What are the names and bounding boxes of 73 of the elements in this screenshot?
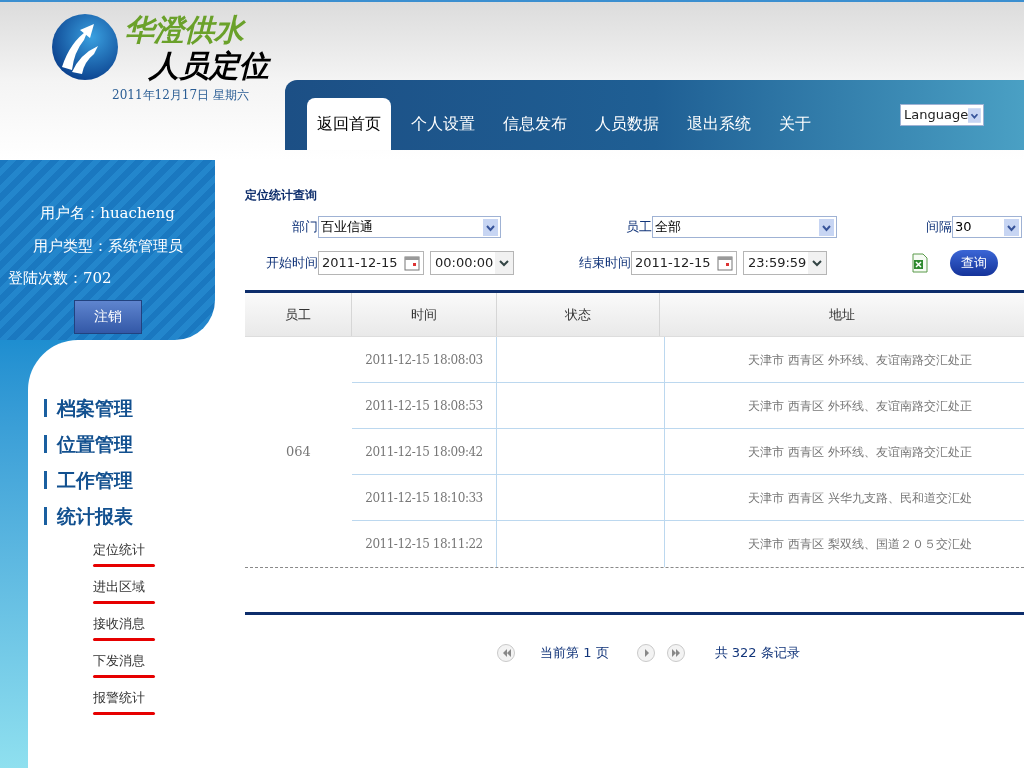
menu-item[interactable]: 档案管理 — [57, 393, 133, 423]
table-cell-text: 天津市 西青区 外环线、友谊南路交汇处正 — [748, 351, 972, 369]
table-cell-text: 2011-12-15 18:09:42 — [365, 443, 483, 461]
menu-bar-icon — [44, 435, 47, 453]
column-header: 地址 — [829, 305, 855, 324]
department-select[interactable]: 百业信通 — [318, 216, 501, 238]
table-cell-text: 064 — [286, 443, 311, 462]
logo-icon — [50, 12, 120, 82]
submenu-item[interactable]: 定位统计 — [93, 540, 145, 560]
first-page-icon[interactable] — [497, 644, 515, 662]
table-cell-text: 天津市 西青区 梨双线、国道２０５交汇处 — [748, 536, 972, 553]
end-date-field[interactable]: 2011-12-15 — [631, 251, 737, 275]
column-header: 员工 — [285, 305, 311, 324]
start-time-select[interactable]: 00:00:00 — [430, 251, 514, 275]
nav-tab[interactable]: 个人设置 — [403, 98, 483, 150]
nav-tab[interactable]: 关于 — [771, 98, 819, 150]
nav-tab[interactable]: 退出系统 — [679, 98, 759, 150]
login-count-value: 702 — [83, 268, 112, 289]
employee-label: 员工 — [625, 218, 652, 237]
current-page-text: 当前第 1 页 — [540, 644, 609, 663]
interval-label: 间隔 — [925, 218, 952, 237]
menu-item[interactable]: 统计报表 — [57, 501, 133, 531]
start-time-label: 开始时间 — [265, 254, 318, 273]
menu-bar-icon — [44, 507, 47, 525]
user-type-value: 系统管理员 — [107, 235, 183, 257]
department-label: 部门 — [291, 218, 318, 237]
start-date-field[interactable]: 2011-12-15 — [318, 251, 424, 275]
menu-item[interactable]: 工作管理 — [57, 465, 133, 495]
submenu-item[interactable]: 下发消息 — [93, 651, 145, 671]
table-cell-text: 2011-12-15 18:08:53 — [365, 397, 483, 415]
username-value: huacheng — [100, 203, 175, 224]
underline-mark — [93, 563, 155, 567]
logout-button[interactable]: 注销 — [73, 299, 142, 334]
submenu-item[interactable]: 报警统计 — [93, 688, 145, 708]
column-header: 状态 — [565, 305, 591, 324]
calendar-icon[interactable] — [404, 255, 420, 271]
table-cell-text: 天津市 西青区 兴华九支路、民和道交汇处 — [748, 489, 972, 507]
login-count-label: 登陆次数： — [8, 268, 83, 289]
page-title: 定位统计查询 — [245, 187, 317, 204]
employee-select[interactable]: 全部 — [652, 216, 837, 238]
table-cell-text: 2011-12-15 18:11:22 — [365, 536, 483, 553]
calendar-icon[interactable] — [717, 255, 733, 271]
table-cell-text: 天津市 西青区 外环线、友谊南路交汇处正 — [748, 443, 972, 461]
end-time-select[interactable]: 23:59:59 — [743, 251, 827, 275]
last-page-icon[interactable] — [666, 644, 685, 662]
underline-mark — [93, 600, 155, 604]
product-name: 人员定位 — [147, 48, 269, 84]
user-type-label: 用户类型： — [32, 235, 108, 257]
menu-bar-icon — [44, 471, 47, 489]
end-time-label: 结束时间 — [578, 254, 631, 273]
underline-mark — [93, 637, 155, 641]
menu-item[interactable]: 位置管理 — [57, 429, 133, 459]
query-button[interactable]: 查询 — [950, 250, 998, 276]
language-select[interactable]: Language — [900, 104, 984, 126]
table-cell-text: 2011-12-15 18:10:33 — [365, 489, 483, 507]
nav-tab[interactable]: 返回首页 — [307, 98, 391, 150]
brand-name: 华澄供水 — [124, 12, 247, 48]
underline-mark — [93, 711, 155, 715]
nav-tab[interactable]: 信息发布 — [495, 98, 575, 150]
table-cell-text: 天津市 西青区 外环线、友谊南路交汇处正 — [748, 397, 972, 415]
spreadsheet-icon[interactable] — [912, 253, 928, 273]
nav-tab[interactable]: 人员数据 — [587, 98, 667, 150]
total-records-text: 共 322 条记录 — [714, 644, 800, 663]
next-page-icon[interactable] — [636, 644, 655, 662]
current-date: 2011年12月17日 星期六 — [112, 87, 250, 104]
menu-bar-icon — [44, 399, 47, 417]
submenu-item[interactable]: 接收消息 — [93, 614, 145, 634]
column-header: 时间 — [411, 305, 437, 324]
table-cell-text: 2011-12-15 18:08:03 — [365, 351, 483, 369]
underline-mark — [93, 674, 155, 678]
username-label: 用户名： — [40, 203, 101, 224]
interval-select[interactable]: 30 — [952, 216, 1022, 238]
submenu-item[interactable]: 进出区域 — [93, 577, 145, 597]
